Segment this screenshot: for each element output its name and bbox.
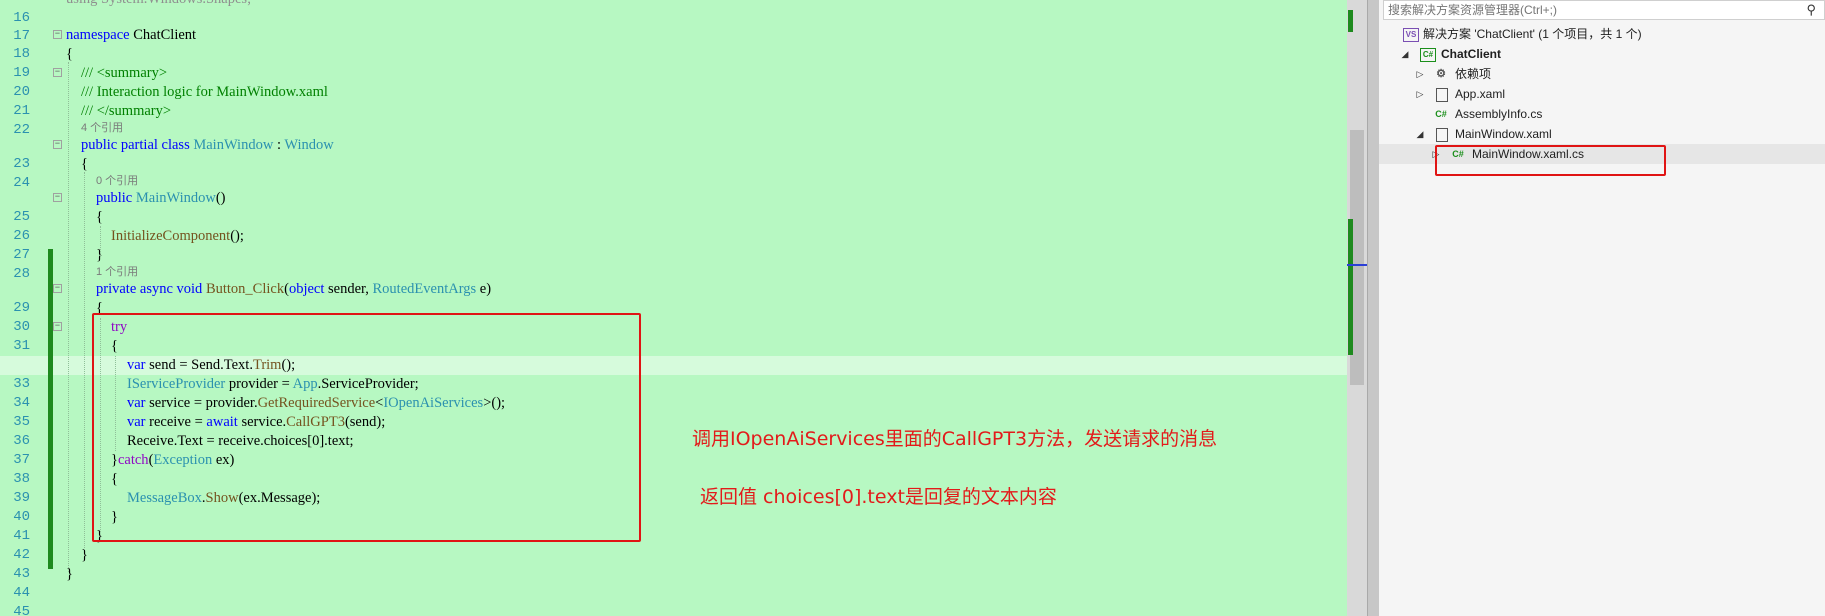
indent-guide: [68, 62, 69, 572]
highlight-box-mainwindow-cs: [1435, 145, 1666, 176]
fold-collapse-icon[interactable]: −: [53, 30, 62, 39]
code-line-19: 19 {: [13, 46, 73, 81]
indent-guide: [84, 172, 85, 550]
indent-guide: [100, 226, 101, 256]
dependencies-icon: ⚙: [1436, 68, 1446, 80]
xaml-file-icon: [1436, 88, 1448, 102]
collapsed-arrow-icon[interactable]: ▷: [1415, 64, 1425, 84]
tree-item-dependencies[interactable]: ▷ ⚙ 依赖项: [1379, 64, 1825, 84]
code-line-20: 20 − /// <summary>: [13, 65, 168, 100]
search-input[interactable]: [1384, 1, 1792, 19]
fold-collapse-icon[interactable]: −: [53, 193, 62, 202]
fold-collapse-icon[interactable]: −: [53, 140, 62, 149]
tree-item-solution[interactable]: VS 解决方案 'ChatClient' (1 个项目，共 1 个): [1379, 24, 1825, 44]
code-line-23: 23 − public partial class MainWindow : W…: [13, 137, 334, 172]
search-box[interactable]: ⚲: [1383, 0, 1825, 20]
fold-collapse-icon[interactable]: −: [53, 68, 62, 77]
solution-explorer: ⚲ VS 解决方案 'ChatClient' (1 个项目，共 1 个) ◢ C…: [1379, 0, 1825, 616]
code-line-45: 45: [13, 604, 30, 616]
expanded-arrow-icon[interactable]: ◢: [1415, 124, 1425, 144]
collapsed-arrow-icon[interactable]: ▷: [1415, 84, 1425, 104]
overview-caret-mark: [1347, 264, 1369, 266]
code-line-21: 21 /// Interaction logic for MainWindow.…: [13, 84, 328, 119]
tree-item-mainwindow-xaml[interactable]: ◢ MainWindow.xaml: [1379, 124, 1825, 144]
reference-count[interactable]: 4 个引用: [81, 121, 123, 136]
change-indicator-bar: [48, 249, 53, 569]
code-line-27: 27 InitializeComponent();: [13, 228, 244, 263]
code-line-18: 18 − namespace ChatClient: [13, 27, 197, 62]
csharp-file-icon: C#: [1435, 109, 1447, 119]
fold-collapse-icon[interactable]: −: [53, 322, 62, 331]
annotation-callgpt3: 调用IOpenAiServices里面的CallGPT3方法，发送请求的消息: [692, 428, 1218, 450]
code-line-22: 22 /// </summary>: [13, 103, 172, 138]
code-line-25: 25 − public MainWindow(): [13, 190, 226, 225]
code-line-17: 17: [13, 28, 30, 44]
solution-icon: VS: [1403, 28, 1419, 42]
search-icon[interactable]: ⚲: [1806, 2, 1816, 18]
code-line-44: 44 }: [13, 566, 73, 601]
annotation-return-value: 返回值 choices[0].text是回复的文本内容: [700, 486, 1057, 508]
code-line-28: 28 }: [13, 247, 103, 282]
overview-change-mark: [1348, 10, 1353, 32]
csharp-project-icon: C#: [1420, 48, 1436, 62]
tree-item-project[interactable]: ◢ C# ChatClient: [1379, 44, 1825, 64]
xaml-file-icon: [1436, 128, 1448, 142]
code-line-43: 43 }: [13, 547, 88, 582]
code-line-26: 26 {: [13, 209, 103, 244]
reference-count[interactable]: 1 个引用: [96, 265, 138, 280]
tree-item-app-xaml[interactable]: ▷ App.xaml: [1379, 84, 1825, 104]
tree-item-assemblyinfo[interactable]: C# AssemblyInfo.cs: [1379, 104, 1825, 124]
expanded-arrow-icon[interactable]: ◢: [1400, 44, 1410, 64]
code-line-24: 24 {: [13, 156, 88, 191]
highlight-box-try-block: [92, 313, 641, 542]
fold-collapse-icon[interactable]: −: [53, 284, 62, 293]
code-editor[interactable]: 16 using System.Windows.Shapes; 17 18 − …: [0, 0, 1358, 616]
reference-count[interactable]: 0 个引用: [96, 174, 138, 189]
code-line-29: 29 − private async void Button_Click(obj…: [13, 281, 492, 316]
overview-change-mark: [1348, 219, 1353, 355]
